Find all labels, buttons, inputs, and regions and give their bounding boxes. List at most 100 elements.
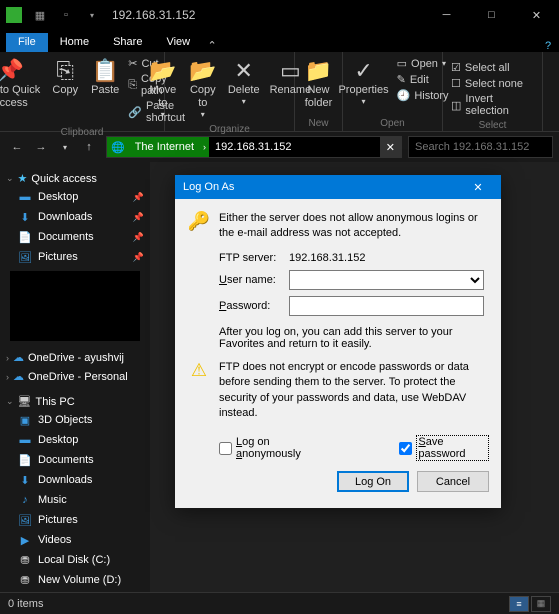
sidebar-item-pictures[interactable]: 🖼Pictures📌	[0, 247, 150, 267]
ftp-server-value: 192.168.31.152	[289, 252, 489, 264]
tab-home[interactable]: Home	[48, 33, 101, 52]
chevron-right-icon: ›	[6, 353, 9, 363]
onedrive-p-header[interactable]: ›☁OneDrive - Personal	[0, 366, 150, 385]
icons-view-button[interactable]: ▦	[531, 596, 551, 612]
internet-icon[interactable]: 🌐	[107, 137, 129, 157]
sidebar-item-documents[interactable]: 📄Documents📌	[0, 227, 150, 247]
sidebar-item-pc-desktop[interactable]: ▬Desktop	[0, 430, 150, 450]
dialog-close-button[interactable]: ✕	[463, 181, 493, 194]
cube-icon: ▣	[18, 413, 32, 427]
dialog-message-2: After you log on, you can add this serve…	[219, 326, 489, 350]
save-password-checkbox[interactable]: Save password	[399, 435, 489, 461]
selectnone-icon: ☐	[451, 77, 461, 90]
open-icon: ▭	[397, 57, 407, 70]
clear-address-icon[interactable]: ✕	[380, 137, 401, 157]
chevron-down-icon: ▾	[201, 110, 205, 120]
new-folder-button[interactable]: 📁New folder	[300, 56, 338, 112]
breadcrumb-root[interactable]: The Internet	[129, 137, 200, 157]
group-open: Open	[380, 118, 404, 129]
username-field[interactable]	[289, 270, 484, 290]
qat-properties-icon[interactable]: ▦	[30, 5, 50, 25]
dialog-title: Log On As	[183, 181, 234, 193]
password-field[interactable]	[289, 296, 484, 316]
copy-to-button[interactable]: 📂Copy to▾	[184, 56, 222, 122]
status-bar: 0 items ≡ ▦	[0, 592, 559, 614]
cloud-icon: ☁	[13, 370, 24, 383]
sidebar-item-desktop[interactable]: ▬Desktop📌	[0, 187, 150, 207]
disk-icon: ⛃	[18, 553, 32, 567]
copy-button[interactable]: ⎘Copy	[46, 56, 84, 99]
videos-icon: ▶	[18, 533, 32, 547]
sidebar-item-pc-pictures[interactable]: 🖼Pictures	[0, 510, 150, 530]
up-button[interactable]: ↑	[78, 136, 100, 158]
minimize-button[interactable]: ─	[424, 0, 469, 30]
tab-file[interactable]: File	[6, 33, 48, 52]
pictures-icon: 🖼	[18, 513, 32, 527]
group-new: New	[308, 118, 328, 129]
details-view-button[interactable]: ≡	[509, 596, 529, 612]
shortcut-icon: 🔗	[128, 106, 142, 119]
ribbon-collapse-icon[interactable]: ⌃	[202, 39, 222, 52]
this-pc-header[interactable]: ⌄🖥This PC	[0, 391, 150, 410]
onedrive-a-header[interactable]: ›☁OneDrive - ayushvij	[0, 347, 150, 366]
downloads-icon: ⬇	[18, 473, 32, 487]
back-button[interactable]: ←	[6, 136, 28, 158]
tab-view[interactable]: View	[154, 33, 202, 52]
chevron-right-icon[interactable]: ›	[200, 137, 209, 157]
qat-dropdown-icon[interactable]: ▾	[82, 5, 102, 25]
warning-icon: ⚠	[187, 360, 211, 422]
ftp-server-label: FTP server:	[219, 252, 289, 264]
chevron-down-icon: ▾	[242, 97, 246, 107]
forward-button[interactable]: →	[30, 136, 52, 158]
item-count: 0 items	[8, 598, 43, 610]
pin-quick-access-button[interactable]: 📌Pin to Quick access	[0, 56, 44, 112]
recent-dropdown[interactable]: ▾	[54, 136, 76, 158]
cancel-button[interactable]: Cancel	[417, 471, 489, 492]
tab-share[interactable]: Share	[101, 33, 154, 52]
breadcrumb-path[interactable]: 192.168.31.152	[209, 137, 297, 157]
pictures-icon: 🖼	[18, 250, 32, 264]
sidebar-item-disk-c[interactable]: ⛃Local Disk (C:)	[0, 550, 150, 570]
delete-icon: ✕	[229, 58, 259, 84]
invert-selection-button[interactable]: ◫Invert selection	[449, 92, 536, 118]
newfolder-icon: 📁	[304, 58, 334, 84]
nav-bar: ← → ▾ ↑ 🌐 The Internet › 192.168.31.152 …	[0, 132, 559, 162]
selectall-icon: ☑	[451, 61, 461, 74]
sidebar-item-videos[interactable]: ▶Videos	[0, 530, 150, 550]
documents-icon: 📄	[18, 230, 32, 244]
sidebar-item-downloads[interactable]: ⬇Downloads📌	[0, 207, 150, 227]
close-button[interactable]: ✕	[514, 0, 559, 30]
pc-icon: 🖥	[18, 395, 32, 408]
disk-icon: ⛃	[18, 573, 32, 587]
copyto-icon: 📂	[188, 58, 218, 84]
quick-access-header[interactable]: ⌄★Quick access	[0, 168, 150, 187]
desktop-icon: ▬	[18, 433, 32, 447]
downloads-icon: ⬇	[18, 210, 32, 224]
help-icon[interactable]: ?	[537, 40, 559, 52]
maximize-button[interactable]: □	[469, 0, 514, 30]
ribbon-tabs: File Home Share View ⌃ ?	[0, 30, 559, 52]
group-organize: Organize	[209, 124, 250, 135]
paste-button[interactable]: 📋Paste	[86, 56, 124, 99]
password-label: Password:	[219, 300, 289, 312]
moveto-icon: 📂	[148, 58, 178, 84]
properties-button[interactable]: ✓Properties▾	[334, 56, 392, 109]
sidebar-item-disk-e[interactable]: ⛃New Volume (E:)	[0, 590, 150, 592]
logon-button[interactable]: Log On	[337, 471, 409, 492]
history-icon: 🕘	[397, 89, 411, 102]
anonymous-checkbox[interactable]: Log on anonymously	[219, 435, 329, 461]
sidebar-item-disk-d[interactable]: ⛃New Volume (D:)	[0, 570, 150, 590]
sidebar-item-pc-downloads[interactable]: ⬇Downloads	[0, 470, 150, 490]
sidebar-item-3dobjects[interactable]: ▣3D Objects	[0, 410, 150, 430]
title-bar: ▦ ▫ ▾ 192.168.31.152 ─ □ ✕	[0, 0, 559, 30]
desktop-icon: ▬	[18, 190, 32, 204]
select-none-button[interactable]: ☐Select none	[449, 76, 536, 91]
move-to-button[interactable]: 📂Move to▾	[144, 56, 182, 122]
sidebar-item-music[interactable]: ♪Music	[0, 490, 150, 510]
sidebar-item-pc-documents[interactable]: 📄Documents	[0, 450, 150, 470]
qat-newfolder-icon[interactable]: ▫	[56, 5, 76, 25]
address-bar[interactable]: 🌐 The Internet › 192.168.31.152 ✕	[106, 136, 402, 158]
select-all-button[interactable]: ☑Select all	[449, 60, 536, 75]
search-input[interactable]	[408, 136, 553, 158]
delete-button[interactable]: ✕Delete▾	[224, 56, 264, 109]
